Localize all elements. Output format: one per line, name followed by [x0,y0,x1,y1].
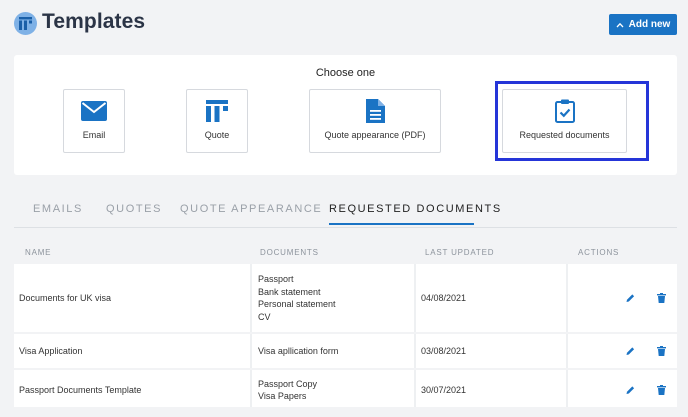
template-type-chooser: Choose one Email Quote Quote appearance … [14,55,677,175]
delete-icon[interactable] [657,346,666,356]
document-item: Visa Papers [258,391,307,401]
tab-requested-documents[interactable]: REQUESTED DOCUMENTS [329,203,502,215]
column-header-documents[interactable]: DOCUMENTS [260,248,319,257]
column-header-name[interactable]: NAME [25,248,51,257]
row-name: Visa Application [19,346,83,356]
document-icon [365,99,385,123]
template-tabs: EMAILS QUOTES QUOTE APPEARANCE REQUESTED… [14,198,677,228]
page-header: Templates Add new [0,0,688,48]
table-row: Passport Documents Template Passport Cop… [14,370,677,410]
active-tab-indicator [329,223,474,225]
row-documents: Passport Copy Visa Papers [250,370,317,410]
document-item: CV [258,311,271,322]
row-last-updated: 04/08/2021 [414,264,466,332]
option-quote[interactable]: Quote [186,89,248,153]
actions-divider [566,334,568,368]
document-item: Visa apllication form [258,345,339,356]
page-bottom-edge [0,407,688,417]
edit-icon[interactable] [626,294,635,303]
templates-logo-icon [14,12,37,35]
document-item: Passport Copy [258,378,318,389]
choose-one-label: Choose one [315,67,376,79]
tab-quote-appearance[interactable]: QUOTE APPEARANCE [180,203,322,215]
selection-highlight [495,81,649,161]
actions-divider [566,370,568,410]
table-row: Documents for UK visa Passport Bank stat… [14,264,677,332]
tab-quotes[interactable]: QUOTES [106,203,162,215]
chevron-up-icon [616,22,624,27]
row-documents: Passport Bank statement Personal stateme… [250,264,336,332]
actions-divider [566,264,568,332]
row-last-updated: 30/07/2021 [414,370,466,410]
row-name: Passport Documents Template [19,385,142,395]
envelope-icon [81,99,107,123]
option-quote-appearance[interactable]: Quote appearance (PDF) [309,89,441,153]
option-quote-appearance-label: Quote appearance (PDF) [324,130,426,140]
option-quote-label: Quote [204,130,230,140]
column-header-actions: ACTIONS [578,248,620,257]
row-documents: Visa apllication form [250,334,338,368]
delete-icon[interactable] [657,293,666,303]
page-title: Templates [42,10,146,33]
document-item: Personal statement [258,299,336,309]
quote-icon [206,99,228,123]
edit-icon[interactable] [626,347,635,356]
delete-icon[interactable] [657,385,666,395]
tab-emails[interactable]: EMAILS [33,203,83,215]
row-last-updated: 03/08/2021 [414,334,466,368]
add-new-label: Add new [628,19,671,30]
document-item: Passport [258,274,294,284]
option-email-label: Email [82,130,106,140]
option-email[interactable]: Email [63,89,125,153]
document-item: Bank statement [258,286,321,297]
column-header-last-updated[interactable]: LAST UPDATED [425,248,494,257]
add-new-button[interactable]: Add new [609,14,677,35]
edit-icon[interactable] [626,386,635,395]
row-name: Documents for UK visa [19,293,112,303]
table-row: Visa Application Visa apllication form 0… [14,334,677,368]
